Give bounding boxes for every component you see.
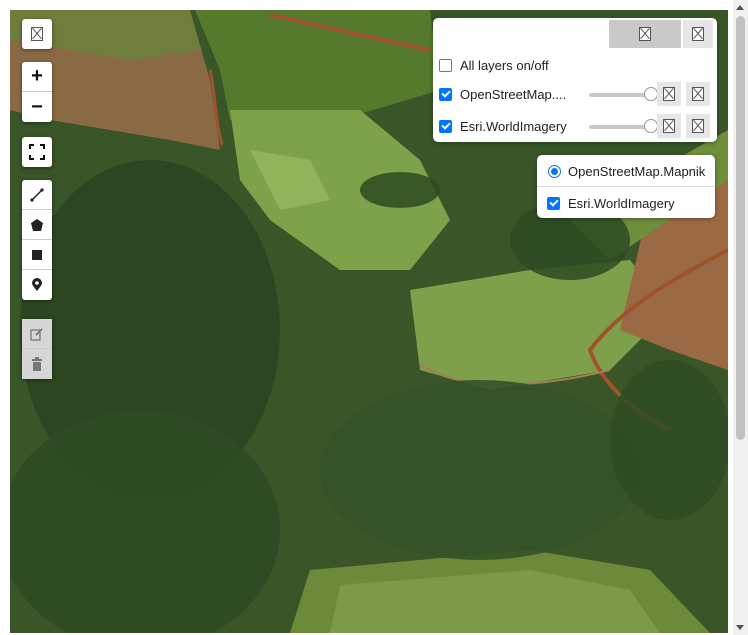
base-layer-option[interactable]: OpenStreetMap.Mapnik (548, 160, 705, 182)
overlay-option[interactable]: Esri.WorldImagery (547, 192, 675, 214)
draw-polyline-button[interactable] (22, 180, 52, 210)
edit-icon (30, 327, 43, 341)
zoom-control: + − (22, 62, 52, 122)
layer-up-button[interactable] (657, 82, 681, 106)
layers-toggle-control[interactable] (22, 19, 52, 49)
all-layers-row: All layers on/off (439, 54, 549, 76)
slider-handle[interactable] (644, 87, 658, 101)
layer-label: OpenStreetMap.... (460, 86, 567, 102)
draw-marker-button[interactable] (22, 270, 52, 300)
scroll-down-icon[interactable] (736, 625, 744, 630)
overlay-checkbox[interactable] (547, 196, 560, 210)
edit-toolbar (22, 319, 52, 379)
image-placeholder-icon[interactable] (22, 19, 52, 49)
layer-row: Esri.WorldImagery (439, 115, 567, 137)
all-layers-checkbox[interactable] (439, 58, 452, 72)
vertical-scrollbar[interactable] (733, 0, 748, 635)
draw-toolbar (22, 180, 52, 300)
draw-rectangle-button[interactable] (22, 240, 52, 270)
all-layers-label: All layers on/off (460, 57, 549, 73)
polyline-icon (30, 187, 44, 202)
rectangle-icon (32, 249, 42, 260)
layer-row: OpenStreetMap.... (439, 83, 566, 105)
base-layer-radio[interactable] (548, 164, 561, 178)
delete-layers-button[interactable] (22, 349, 52, 379)
panel-close-button[interactable] (683, 20, 713, 48)
layer-checkbox[interactable] (439, 119, 452, 133)
image-placeholder-icon (663, 119, 675, 133)
divider (537, 186, 715, 187)
image-placeholder-icon (692, 119, 704, 133)
layer-down-button[interactable] (686, 114, 710, 138)
image-placeholder-icon (639, 27, 651, 41)
trash-icon (32, 357, 42, 371)
fullscreen-icon (29, 144, 45, 160)
scrollbar-thumb[interactable] (736, 16, 745, 440)
image-placeholder-icon (692, 87, 704, 101)
layer-checkbox[interactable] (439, 87, 452, 101)
polygon-icon (31, 218, 43, 231)
opacity-slider[interactable] (589, 119, 658, 133)
layer-down-button[interactable] (686, 82, 710, 106)
overlay-label: Esri.WorldImagery (568, 195, 675, 211)
fullscreen-button[interactable] (22, 137, 52, 167)
base-layer-label: OpenStreetMap.Mapnik (568, 163, 706, 179)
slider-handle[interactable] (644, 119, 658, 133)
marker-icon (32, 278, 42, 291)
edit-layers-button[interactable] (22, 319, 52, 349)
layer-up-button[interactable] (657, 114, 681, 138)
opacity-slider[interactable] (589, 87, 658, 101)
panel-toggle-button[interactable] (609, 20, 681, 48)
draw-polygon-button[interactable] (22, 210, 52, 240)
layer-label: Esri.WorldImagery (460, 118, 567, 134)
image-placeholder-icon (663, 87, 675, 101)
zoom-out-button[interactable]: − (22, 92, 52, 122)
layer-opacity-panel: All layers on/off OpenStreetMap.... Esri… (433, 18, 717, 142)
layer-switcher: OpenStreetMap.Mapnik Esri.WorldImagery (537, 155, 715, 218)
fullscreen-control (22, 137, 52, 167)
image-placeholder-icon (692, 27, 704, 41)
zoom-in-button[interactable]: + (22, 62, 52, 92)
scroll-up-icon[interactable] (736, 5, 744, 10)
